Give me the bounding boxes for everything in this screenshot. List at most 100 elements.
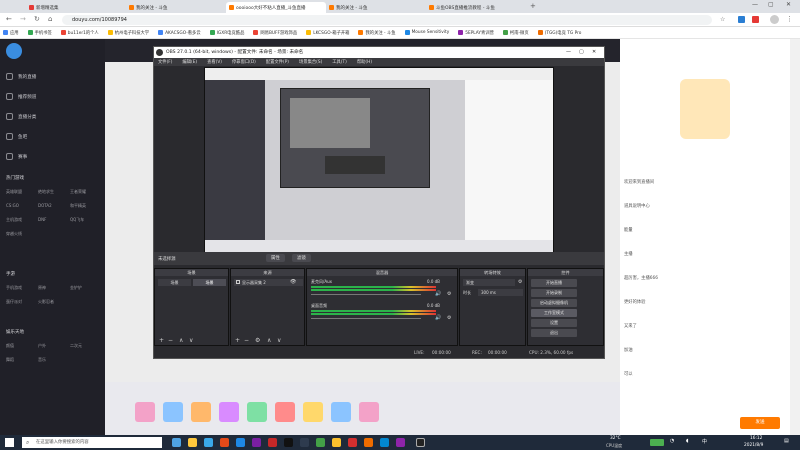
bookmark-item[interactable]: 手机书签 [27, 30, 52, 36]
gift-icon[interactable] [359, 402, 379, 422]
virtual-camera-button[interactable]: 启动虚拟摄像机 [531, 299, 577, 307]
browser-tab[interactable]: 我的关注 - 斗鱼 [126, 2, 226, 13]
maximize-icon[interactable]: ▢ [768, 1, 774, 8]
transition-select[interactable]: 渐变 [463, 279, 515, 286]
speaker-icon[interactable]: 🔊 [435, 315, 441, 321]
settings-button[interactable]: 设置 [531, 319, 577, 327]
scene-item-selected[interactable]: 场景 [193, 279, 226, 286]
category-link[interactable]: 金铲铲 [70, 285, 82, 291]
battery-icon[interactable] [650, 439, 664, 446]
taskbar-app-icon[interactable] [396, 438, 405, 447]
taskbar-app-icon[interactable] [284, 438, 293, 447]
obs-menu-item[interactable]: 配置文件(P) [266, 59, 289, 65]
properties-button[interactable]: 属性 [266, 254, 285, 262]
category-link[interactable]: 户外 [38, 343, 46, 349]
obs-taskbar-icon[interactable] [416, 438, 425, 447]
start-streaming-button[interactable]: 开始直播 [531, 279, 577, 287]
taskbar-app-icon[interactable] [220, 438, 229, 447]
menu-icon[interactable]: ⋮ [786, 15, 793, 23]
taskbar-app-icon[interactable] [364, 438, 373, 447]
close-icon[interactable]: ✕ [786, 1, 791, 8]
obs-menu-item[interactable]: 工具(T) [332, 59, 347, 65]
gear-icon[interactable]: ⚙ [447, 315, 451, 321]
bookmark-item[interactable]: (TGG)电竞 TG Pro [537, 30, 581, 36]
move-down-icon[interactable]: ∨ [277, 337, 281, 344]
avatar[interactable] [770, 15, 779, 24]
category-link[interactable]: DNF [38, 217, 46, 222]
browser-tab-active[interactable]: oooiooo大好不粘人直播_斗鱼直播 [226, 2, 326, 13]
studio-mode-button[interactable]: 工作室模式 [531, 309, 577, 317]
url-input[interactable]: douyu.com/10089794 [62, 15, 712, 25]
category-link[interactable]: 音乐 [38, 357, 46, 363]
gift-icon[interactable] [163, 402, 183, 422]
bookmark-item[interactable]: 网易BUFF游戏饰品 [253, 30, 297, 36]
start-recording-button[interactable]: 开始录制 [531, 289, 577, 297]
bookmark-item[interactable]: IGXR电竞酷品 [209, 30, 244, 36]
category-link[interactable]: CS:GO [6, 203, 19, 208]
taskbar-search-input[interactable]: 在这里输入你要搜索的内容 ⌕ [22, 437, 162, 448]
taskbar-app-icon[interactable] [380, 438, 389, 447]
back-icon[interactable]: ← [6, 15, 12, 23]
gear-icon[interactable]: ⚙ [255, 337, 260, 344]
category-link[interactable]: 手机游戏 [6, 285, 22, 291]
notification-icon[interactable]: ▤ [784, 438, 789, 444]
category-link[interactable]: 二次元 [70, 343, 82, 349]
taskbar-app-icon[interactable] [204, 438, 213, 447]
speaker-icon[interactable]: 🔊 [435, 291, 441, 297]
obs-menu-item[interactable]: 停靠窗口(D) [232, 59, 256, 65]
language-icon[interactable]: 中 [702, 438, 707, 445]
category-link[interactable]: 主机游戏 [6, 217, 22, 223]
exit-button[interactable]: 退出 [531, 329, 577, 337]
clock-date[interactable]: 2021/8/9 [744, 443, 763, 448]
volume-icon[interactable]: ◖ [686, 438, 689, 444]
home-icon[interactable]: ⌂ [48, 15, 52, 23]
category-link[interactable]: 穿越火线 [6, 231, 22, 237]
send-button[interactable]: 发送 [740, 417, 780, 429]
category-link[interactable]: 蛋仔派对 [6, 299, 22, 305]
category-link[interactable]: 和平精英 [70, 203, 86, 209]
bookmark-item[interactable]: 5EPLAY青训营 [458, 30, 494, 36]
bookmark-item[interactable]: LKCSGO-箱子开箱 [306, 30, 349, 36]
gift-icon[interactable] [135, 402, 155, 422]
nav-item[interactable]: 我的直播 [6, 73, 36, 80]
browser-tab[interactable]: 斗鱼OBS直播推流教程 - 斗鱼 [426, 2, 526, 13]
network-icon[interactable]: ◔ [670, 438, 674, 444]
obs-menu-item[interactable]: 文件(F) [158, 59, 172, 65]
minimize-icon[interactable]: — [566, 47, 571, 58]
gear-icon[interactable]: ⚙ [447, 291, 451, 297]
scene-item[interactable]: 场景 [158, 279, 191, 286]
obs-menu-item[interactable]: 帮助(H) [357, 59, 372, 65]
taskbar-app-icon[interactable] [332, 438, 341, 447]
taskbar-app-icon[interactable] [172, 438, 181, 447]
category-link[interactable]: 英雄联盟 [6, 189, 22, 195]
star-icon[interactable]: ☆ [720, 16, 725, 23]
obs-preview[interactable] [204, 67, 554, 262]
taskbar-app-icon[interactable] [188, 438, 197, 447]
bookmark-item[interactable]: 应用 [3, 30, 19, 36]
category-link[interactable]: QQ飞车 [70, 217, 84, 223]
gift-icon[interactable] [331, 402, 351, 422]
category-link[interactable]: DOTA2 [38, 203, 52, 208]
bookmark-item[interactable]: Mouse Sensitivity [404, 30, 449, 35]
reload-icon[interactable]: ↻ [34, 15, 40, 23]
duration-input[interactable]: 300 ms [478, 289, 523, 296]
category-link[interactable]: 原神 [38, 285, 46, 291]
move-up-icon[interactable]: ∧ [267, 337, 271, 344]
extension-icon[interactable] [752, 16, 759, 23]
category-link[interactable]: 绝地求生 [38, 189, 54, 195]
filters-button[interactable]: 滤镜 [292, 254, 311, 262]
scrollbar[interactable] [790, 39, 800, 435]
gift-icon[interactable] [303, 402, 323, 422]
close-icon[interactable]: ✕ [592, 47, 596, 58]
obs-menu-item[interactable]: 场景集合(S) [299, 59, 322, 65]
bookmark-item[interactable]: 我的关注 - 斗鱼 [358, 30, 396, 36]
gift-icon[interactable] [191, 402, 211, 422]
category-link[interactable]: 火影忍者 [38, 299, 54, 305]
remove-icon[interactable]: − [244, 337, 249, 344]
eye-icon[interactable]: 👁 [290, 279, 296, 286]
extension-icon[interactable] [738, 16, 745, 23]
maximize-icon[interactable]: ▢ [579, 47, 584, 58]
new-tab-icon[interactable]: + [530, 2, 536, 10]
nav-item[interactable]: 直播分类 [6, 113, 36, 120]
taskbar-app-icon[interactable] [348, 438, 357, 447]
